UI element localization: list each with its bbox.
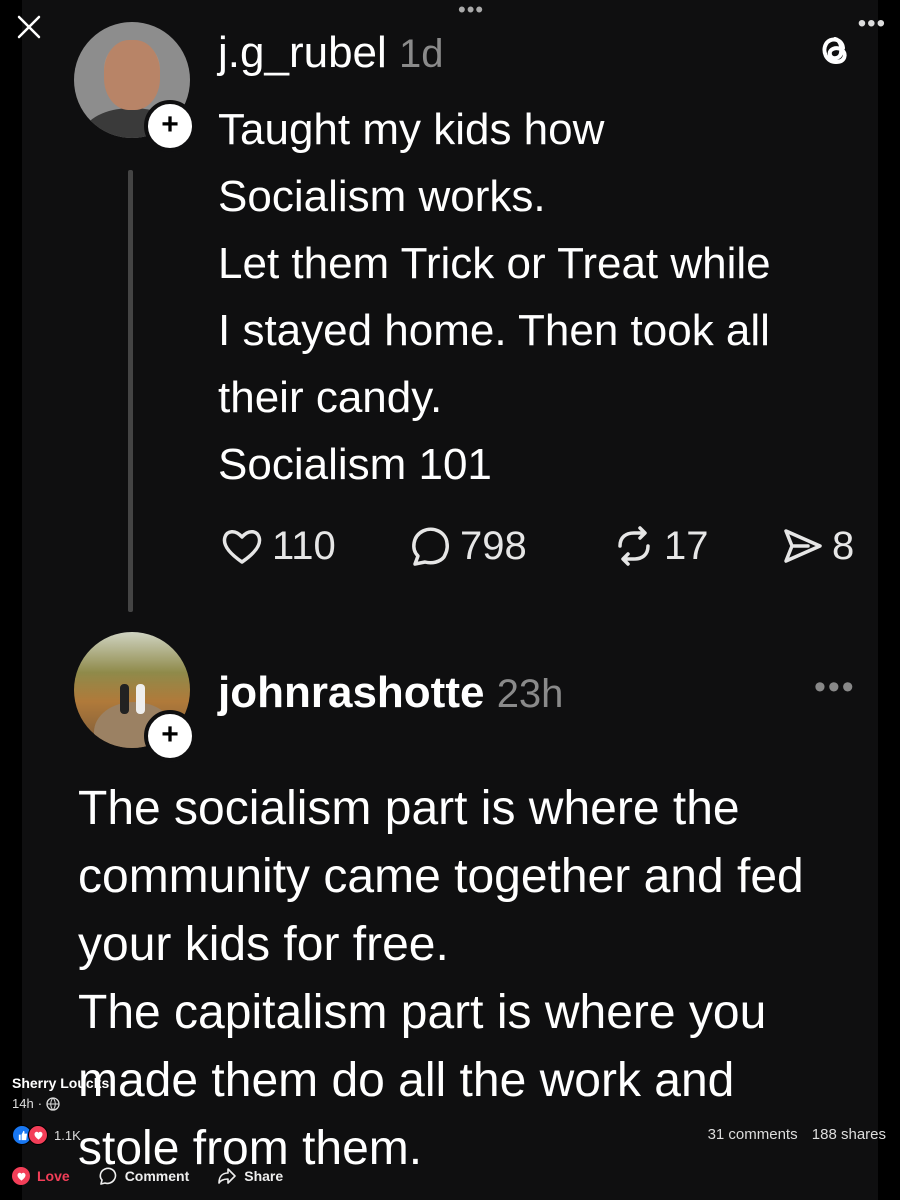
shares-count-link[interactable]: 188 shares	[812, 1126, 886, 1143]
send-icon	[784, 529, 822, 563]
post1-line: Socialism works.	[218, 172, 546, 221]
share-button[interactable]: 8	[778, 522, 854, 570]
post2-line: your kids for free.	[78, 918, 449, 971]
screen: ••• + j.g_rubel 1d Taught my kids how So…	[0, 0, 900, 1200]
post2-text: The socialism part is where the communit…	[78, 775, 878, 1183]
fb-post-time[interactable]: 14h	[12, 1096, 34, 1111]
share-label: Share	[244, 1168, 284, 1184]
globe-icon	[46, 1096, 60, 1111]
post1-text: Taught my kids how Socialism works. Let …	[218, 96, 878, 498]
post2-header: johnrashotte 23h	[218, 668, 563, 718]
separator-dot: ·	[37, 1096, 43, 1111]
avatar-person	[120, 684, 129, 714]
post2-line: made them do all the work and	[78, 1054, 735, 1107]
post2-line: community came together and fed	[78, 850, 804, 903]
post2-username[interactable]: johnrashotte	[218, 668, 484, 717]
post1-line: their candy.	[218, 373, 443, 422]
heart-icon	[222, 530, 262, 564]
comment-icon	[99, 1167, 117, 1185]
repost-icon	[618, 526, 650, 566]
post1-line: Taught my kids how	[218, 105, 605, 154]
thread-connector-line	[128, 170, 133, 612]
follow-button[interactable]: +	[144, 710, 196, 762]
comment-count: 798	[460, 523, 527, 568]
post2-line: The capitalism part is where you	[78, 986, 767, 1039]
shared-screenshot: ••• + j.g_rubel 1d Taught my kids how So…	[22, 0, 878, 1200]
love-button[interactable]: Love	[12, 1167, 70, 1185]
repost-button[interactable]: 17	[610, 522, 709, 570]
comment-button[interactable]: 798	[406, 522, 527, 570]
reactions-summary[interactable]: 1.1K	[12, 1125, 81, 1145]
post1-time: 1d	[399, 32, 444, 76]
threads-logo-icon	[822, 37, 847, 65]
more-options-icon[interactable]: •••	[858, 10, 886, 38]
post1-line: I stayed home. Then took all	[218, 306, 770, 355]
comment-button[interactable]: Comment	[98, 1166, 190, 1186]
share-arrow-icon	[218, 1168, 237, 1184]
post1-header: j.g_rubel 1d	[218, 28, 444, 78]
post1-username[interactable]: j.g_rubel	[218, 28, 387, 77]
fb-action-bar: Love Comment Share	[12, 1166, 283, 1186]
drag-handle-dots[interactable]: •••	[458, 0, 484, 21]
post2-time: 23h	[496, 672, 564, 716]
like-button[interactable]: 110	[218, 522, 336, 570]
post1-actions: 110 798 17 8	[218, 522, 878, 582]
comment-label: Comment	[124, 1168, 190, 1184]
fb-author-name[interactable]: Sherry Loucks	[12, 1075, 109, 1091]
follow-button[interactable]: +	[144, 100, 196, 152]
avatar-face	[104, 40, 160, 110]
more-options-icon[interactable]: •••	[814, 668, 856, 707]
love-heart-icon	[12, 1167, 30, 1185]
post2-line: The socialism part is where the	[78, 782, 740, 835]
close-icon[interactable]	[14, 12, 44, 42]
comment-bubble-icon	[412, 527, 449, 566]
like-count: 110	[272, 523, 336, 568]
repost-count: 17	[664, 523, 709, 568]
share-button[interactable]: Share	[217, 1166, 283, 1186]
reaction-count: 1.1K	[54, 1127, 81, 1143]
avatar-person	[136, 684, 145, 714]
post1-line: Socialism 101	[218, 440, 492, 489]
fb-post-meta: 14h ·	[12, 1096, 60, 1111]
fb-stats: 31 comments 188 shares	[698, 1126, 886, 1143]
love-reaction-icon	[28, 1125, 48, 1145]
post1-line: Let them Trick or Treat while	[218, 239, 771, 288]
share-count: 8	[832, 523, 855, 568]
comments-count-link[interactable]: 31 comments	[708, 1126, 798, 1143]
love-label: Love	[37, 1168, 70, 1184]
